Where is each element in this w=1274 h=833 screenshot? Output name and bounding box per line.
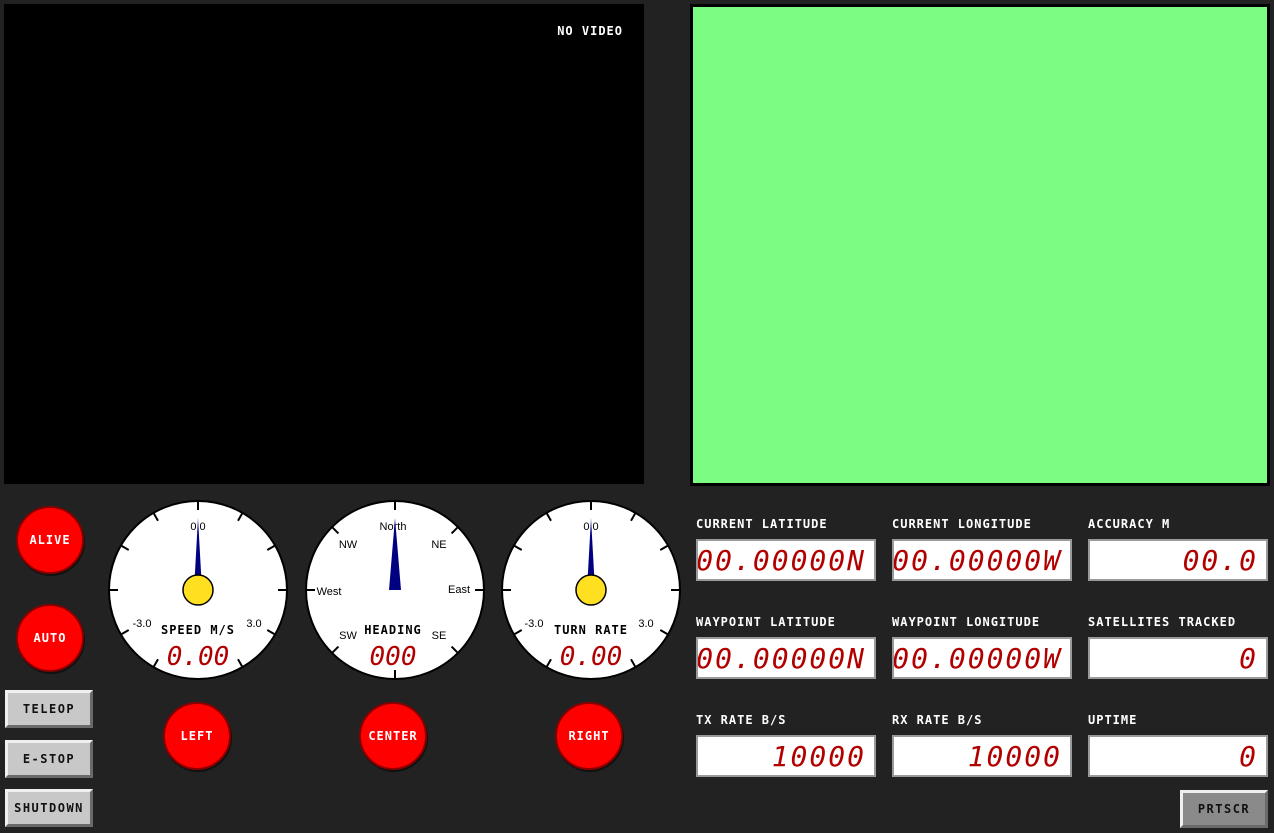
accuracy-field: 00.0 [1088, 539, 1268, 581]
rx-rate-field: 10000 [892, 735, 1072, 777]
compass-west: West [317, 586, 342, 598]
auto-indicator: AUTO [16, 604, 84, 672]
uptime-label: UPTIME [1088, 713, 1138, 727]
no-video-label: NO VIDEO [557, 24, 623, 38]
speed-gauge: 0.0 -3.0 3.0 SPEED M/S 0.00 [108, 500, 288, 680]
right-label: RIGHT [568, 729, 610, 743]
left-indicator: LEFT [163, 702, 231, 770]
turn-rate-gauge: 0.0 -3.0 3.0 TURN RATE 0.00 [501, 500, 681, 680]
compass-north: North [380, 521, 407, 533]
auto-label: AUTO [33, 631, 67, 645]
current-longitude-field: 00.00000W [892, 539, 1072, 581]
satellites-tracked-label: SATELLITES TRACKED [1088, 615, 1237, 629]
waypoint-latitude-label: WAYPOINT LATITUDE [696, 615, 836, 629]
waypoint-longitude-field: 00.00000W [892, 637, 1072, 679]
compass-nw: NW [339, 539, 358, 551]
speed-value: 0.00 [167, 642, 230, 672]
turn-rate-hub [575, 574, 607, 606]
current-latitude-label: CURRENT LATITUDE [696, 517, 828, 531]
teleop-button[interactable]: TELEOP [5, 690, 93, 728]
map-panel[interactable] [690, 4, 1270, 486]
uptime-field: 0 [1088, 735, 1268, 777]
turn-rate-gauge-label: TURN RATE [554, 623, 628, 637]
speed-max-label: 3.0 [246, 618, 261, 630]
speed-hub [182, 574, 214, 606]
current-longitude-label: CURRENT LONGITUDE [892, 517, 1032, 531]
left-label: LEFT [180, 729, 214, 743]
alive-label: ALIVE [29, 533, 71, 547]
alive-indicator: ALIVE [16, 506, 84, 574]
compass-ne: NE [431, 539, 446, 551]
current-latitude-field: 00.00000N [696, 539, 876, 581]
right-indicator: RIGHT [555, 702, 623, 770]
compass-sw: SW [339, 630, 357, 642]
turn-rate-max-label: 3.0 [638, 618, 653, 630]
heading-gauge-label: HEADING [364, 623, 422, 637]
tx-rate-label: TX RATE B/S [696, 713, 787, 727]
waypoint-latitude-field: 00.00000N [696, 637, 876, 679]
center-indicator: CENTER [359, 702, 427, 770]
compass-east: East [448, 584, 470, 596]
turn-rate-value: 0.00 [560, 642, 623, 672]
turn-rate-min-label: -3.0 [525, 618, 544, 630]
estop-button[interactable]: E-STOP [5, 740, 93, 778]
prtscr-button[interactable]: PRTSCR [1180, 790, 1268, 828]
center-label: CENTER [368, 729, 418, 743]
heading-value: 000 [370, 642, 417, 672]
speed-min-label: -3.0 [133, 618, 152, 630]
satellites-tracked-field: 0 [1088, 637, 1268, 679]
speed-gauge-label: SPEED M/S [161, 623, 235, 637]
waypoint-longitude-label: WAYPOINT LONGITUDE [892, 615, 1041, 629]
compass-se: SE [432, 630, 447, 642]
tx-rate-field: 10000 [696, 735, 876, 777]
accuracy-label: ACCURACY M [1088, 517, 1171, 531]
shutdown-button[interactable]: SHUTDOWN [5, 789, 93, 827]
video-panel: NO VIDEO [4, 4, 644, 484]
rx-rate-label: RX RATE B/S [892, 713, 983, 727]
heading-gauge: North NE East SE SW West NW HEADING 000 [305, 500, 485, 680]
